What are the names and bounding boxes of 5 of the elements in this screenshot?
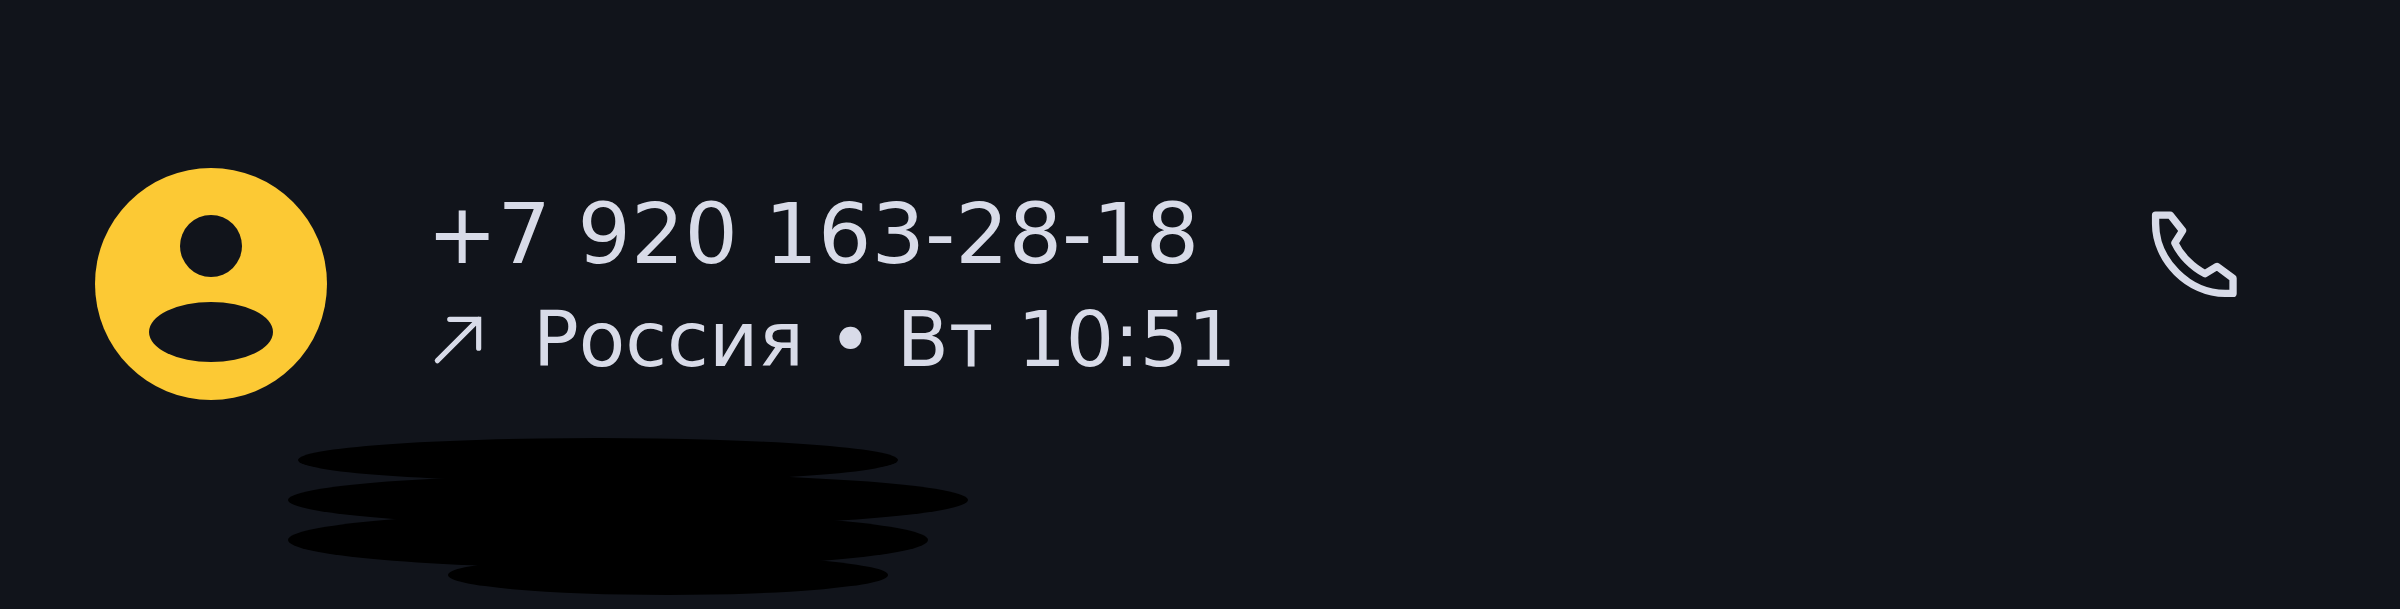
location-text: Россия (533, 294, 804, 386)
call-time: Вт 10:51 (896, 294, 1237, 386)
phone-number: +7 920 163-28-18 (427, 184, 1201, 285)
separator-text: • (828, 294, 873, 386)
avatar-icon (95, 168, 327, 400)
